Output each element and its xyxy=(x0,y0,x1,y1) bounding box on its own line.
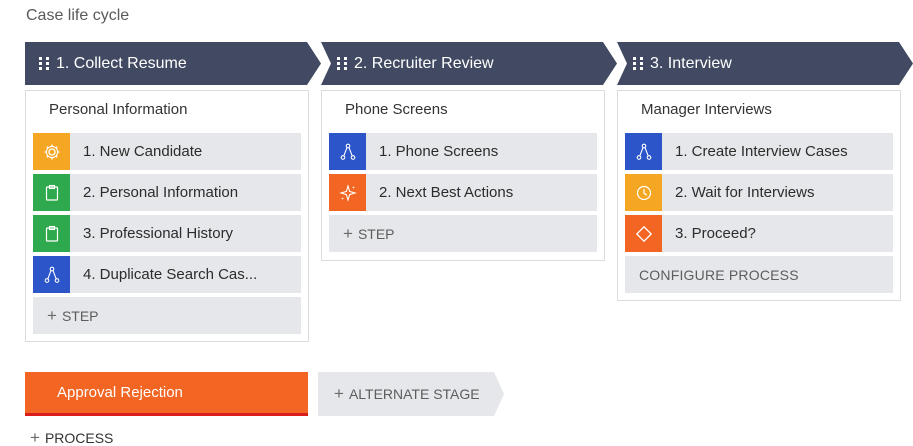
add-process-label: PROCESS xyxy=(44,430,114,446)
process-card: Phone Screens 1. Phone Screens 2. Next B… xyxy=(321,90,605,261)
diamond-icon xyxy=(625,215,662,252)
step-label: 2. Next Best Actions xyxy=(379,184,514,201)
add-step-label: STEP xyxy=(61,307,99,324)
process-title[interactable]: Phone Screens xyxy=(329,97,597,133)
clipboard-icon xyxy=(33,215,70,252)
add-process-button[interactable]: + PROCESS xyxy=(30,428,113,446)
drag-handle-icon[interactable] xyxy=(337,56,349,71)
add-alternate-stage-label: ALTERNATE STAGE xyxy=(348,386,480,402)
sparkle-icon xyxy=(329,174,366,211)
step-item[interactable]: 1. Phone Screens xyxy=(329,133,597,170)
plus-icon: + xyxy=(343,223,353,243)
stage-name: 1. Collect Resume xyxy=(56,54,187,72)
plus-icon: + xyxy=(30,428,40,446)
plus-icon: + xyxy=(47,305,57,325)
add-alternate-stage-button[interactable]: + ALTERNATE STAGE xyxy=(318,372,504,416)
page-title: Case life cycle xyxy=(26,7,130,24)
stage-header[interactable]: 2. Recruiter Review xyxy=(321,42,617,85)
stages-row: 1. Collect Resume Personal Information 1… xyxy=(25,42,913,342)
branch-icon xyxy=(625,133,662,170)
step-label: 2. Personal Information xyxy=(83,184,239,201)
step-label: 3. Professional History xyxy=(83,225,234,242)
step-item[interactable]: 2. Next Best Actions xyxy=(329,174,597,211)
step-item[interactable]: 4. Duplicate Search Cas... xyxy=(33,256,301,293)
step-label: 1. Create Interview Cases xyxy=(675,143,848,160)
step-label: 1. Phone Screens xyxy=(379,143,499,160)
drag-handle-icon[interactable] xyxy=(633,56,645,71)
step-label: 4. Duplicate Search Cas... xyxy=(83,266,258,283)
stage-recruiter-review: 2. Recruiter Review Phone Screens 1. Pho… xyxy=(321,42,617,261)
stage-name: 3. Interview xyxy=(650,54,732,72)
step-label: 2. Wait for Interviews xyxy=(675,184,815,201)
step-item[interactable]: 2. Personal Information xyxy=(33,174,301,211)
configure-process-button[interactable]: CONFIGURE PROCESS xyxy=(625,256,893,293)
process-title[interactable]: Personal Information xyxy=(33,97,301,133)
gear-icon xyxy=(33,133,70,170)
process-card: Personal Information 1. New Candidate 2.… xyxy=(25,90,309,342)
step-item[interactable]: 3. Professional History xyxy=(33,215,301,252)
add-step-button[interactable]: + STEP xyxy=(33,297,301,334)
alternate-stage-approval-rejection[interactable]: Approval Rejection xyxy=(25,372,308,416)
step-item[interactable]: 3. Proceed? xyxy=(625,215,893,252)
branch-icon xyxy=(33,256,70,293)
clock-icon xyxy=(625,174,662,211)
process-title[interactable]: Manager Interviews xyxy=(625,97,893,133)
add-step-button[interactable]: + STEP xyxy=(329,215,597,252)
stage-name: 2. Recruiter Review xyxy=(354,54,494,72)
step-item[interactable]: 1. New Candidate xyxy=(33,133,301,170)
stage-header[interactable]: 3. Interview xyxy=(617,42,913,85)
add-step-label: STEP xyxy=(357,225,395,242)
step-item[interactable]: 2. Wait for Interviews xyxy=(625,174,893,211)
stage-header[interactable]: 1. Collect Resume xyxy=(25,42,321,85)
plus-icon: + xyxy=(334,384,344,403)
branch-icon xyxy=(329,133,366,170)
process-card: Manager Interviews 1. Create Interview C… xyxy=(617,90,901,301)
step-item[interactable]: 1. Create Interview Cases xyxy=(625,133,893,170)
clipboard-icon xyxy=(33,174,70,211)
stage-collect-resume: 1. Collect Resume Personal Information 1… xyxy=(25,42,321,342)
stage-interview: 3. Interview Manager Interviews 1. Creat… xyxy=(617,42,913,301)
step-label: 1. New Candidate xyxy=(83,143,203,160)
step-label: 3. Proceed? xyxy=(675,225,756,242)
drag-handle-icon[interactable] xyxy=(39,56,51,71)
